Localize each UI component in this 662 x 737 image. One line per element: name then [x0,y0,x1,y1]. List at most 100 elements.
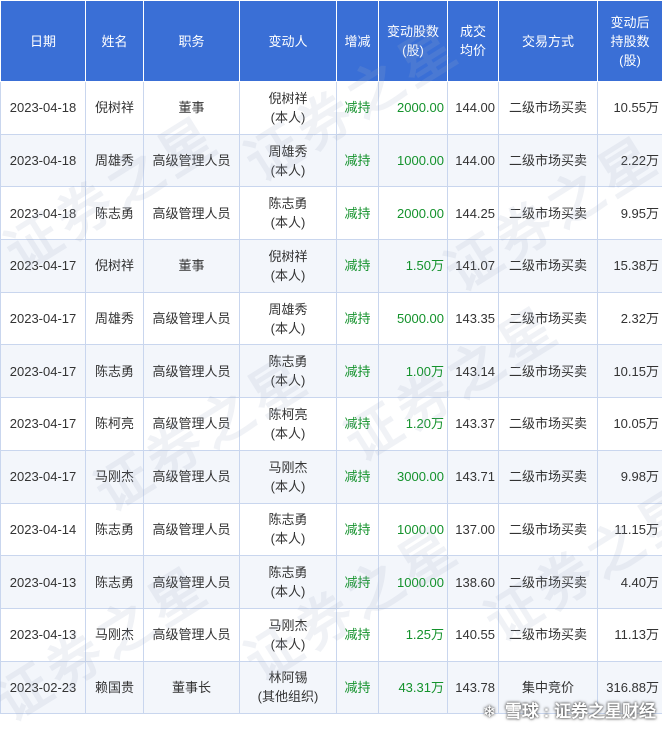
cell-direction: 减持 [337,661,379,714]
cell-after: 10.05万 [598,398,662,451]
cell-method: 二级市场买卖 [499,345,598,398]
changer-name: 马刚杰 [243,616,333,635]
header-price: 成交 均价 [448,1,499,82]
cell-name: 倪树祥 [86,82,144,135]
cell-date: 2023-04-18 [1,134,86,187]
cell-date: 2023-04-17 [1,292,86,345]
cell-changer: 陈志勇(本人) [240,556,337,609]
cell-direction: 减持 [337,187,379,240]
cell-changer: 马刚杰(本人) [240,450,337,503]
changer-relation: (本人) [243,319,333,338]
cell-price: 143.35 [448,292,499,345]
cell-position: 高级管理人员 [144,503,240,556]
cell-name: 马刚杰 [86,450,144,503]
cell-date: 2023-02-23 [1,661,86,714]
cell-name: 陈志勇 [86,187,144,240]
cell-direction: 减持 [337,240,379,293]
cell-method: 二级市场买卖 [499,398,598,451]
cell-direction: 减持 [337,82,379,135]
cell-shares: 1000.00 [379,503,448,556]
header-direction: 增减 [337,1,379,82]
cell-position: 高级管理人员 [144,134,240,187]
cell-name: 马刚杰 [86,608,144,661]
header-name: 姓名 [86,1,144,82]
changer-relation: (其他组织) [243,687,333,706]
cell-changer: 周雄秀(本人) [240,292,337,345]
cell-shares: 5000.00 [379,292,448,345]
cell-direction: 减持 [337,345,379,398]
table-row: 2023-04-17马刚杰高级管理人员马刚杰(本人)减持3000.00143.7… [1,450,662,503]
table-row: 2023-04-13马刚杰高级管理人员马刚杰(本人)减持1.25万140.55二… [1,608,662,661]
header-method: 交易方式 [499,1,598,82]
cell-name: 周雄秀 [86,292,144,345]
footer-brand: 雪球 [505,702,539,721]
changer-name: 林阿锡 [243,668,333,687]
changer-name: 倪树祥 [243,89,333,108]
cell-position: 董事 [144,240,240,293]
cell-direction: 减持 [337,292,379,345]
cell-shares: 3000.00 [379,450,448,503]
cell-after: 10.15万 [598,345,662,398]
cell-method: 二级市场买卖 [499,82,598,135]
cell-shares: 1.50万 [379,240,448,293]
header-changer: 变动人 [240,1,337,82]
cell-method: 二级市场买卖 [499,134,598,187]
cell-changer: 林阿锡(其他组织) [240,661,337,714]
cell-position: 高级管理人员 [144,556,240,609]
footer-source: ❄ 雪球 : 证券之星财经 [483,697,656,722]
cell-shares: 2000.00 [379,187,448,240]
cell-shares: 1.25万 [379,608,448,661]
cell-name: 陈柯亮 [86,398,144,451]
cell-price: 137.00 [448,503,499,556]
table-row: 2023-04-18 周雄秀高级管理人员周雄秀(本人)减持1000.00144.0… [1,134,662,187]
changer-relation: (本人) [243,108,333,127]
header-after-line2: 持股数 [600,32,660,51]
cell-after: 4.40万 [598,556,662,609]
header-after-line3: (股) [600,51,660,70]
cell-date: 2023-04-17 [1,345,86,398]
cell-price: 144.00 [448,134,499,187]
cell-shares: 2000.00 [379,82,448,135]
changer-name: 陈志勇 [243,352,333,371]
changer-name: 周雄秀 [243,142,333,161]
cell-position: 高级管理人员 [144,608,240,661]
cell-direction: 减持 [337,134,379,187]
cell-after: 2.22万 [598,134,662,187]
table-row: 2023-04-17倪树祥董事倪树祥(本人)减持1.50万141.07二级市场买… [1,240,662,293]
cell-shares: 1000.00 [379,134,448,187]
header-after-line1: 变动后 [600,13,660,32]
cell-position: 高级管理人员 [144,450,240,503]
footer-source-name: 证券之星财经 [554,702,656,721]
cell-shares: 1.20万 [379,398,448,451]
cell-changer: 周雄秀(本人) [240,134,337,187]
cell-direction: 减持 [337,556,379,609]
cell-date: 2023-04-17 [1,450,86,503]
changer-relation: (本人) [243,266,333,285]
cell-changer: 陈志勇(本人) [240,345,337,398]
header-price-line2: 均价 [450,41,496,60]
table-row: 2023-04-17陈柯亮高级管理人员陈柯亮(本人)减持1.20万143.37二… [1,398,662,451]
changer-name: 周雄秀 [243,300,333,319]
insider-trading-table: 日期 姓名 职务 变动人 增减 变动股数 (股) 成交 均价 交易方式 变动后 … [0,0,662,714]
changer-relation: (本人) [243,371,333,390]
header-price-line1: 成交 [450,22,496,41]
header-shares-line2: (股) [381,41,445,60]
cell-date: 2023-04-13 [1,608,86,661]
cell-price: 143.37 [448,398,499,451]
cell-after: 11.15万 [598,503,662,556]
changer-relation: (本人) [243,424,333,443]
cell-changer: 倪树祥(本人) [240,82,337,135]
snowball-icon: ❄ [483,704,496,721]
cell-method: 二级市场买卖 [499,240,598,293]
cell-after: 2.32万 [598,292,662,345]
cell-name: 赖国贵 [86,661,144,714]
cell-shares: 43.31万 [379,661,448,714]
table-row: 2023-04-18陈志勇高级管理人员陈志勇(本人)减持2000.00144.2… [1,187,662,240]
cell-price: 143.71 [448,450,499,503]
cell-name: 陈志勇 [86,345,144,398]
cell-after: 15.38万 [598,240,662,293]
table-row: 2023-04-14陈志勇高级管理人员陈志勇(本人)减持1000.00137.0… [1,503,662,556]
changer-relation: (本人) [243,582,333,601]
cell-changer: 倪树祥(本人) [240,240,337,293]
cell-position: 高级管理人员 [144,187,240,240]
